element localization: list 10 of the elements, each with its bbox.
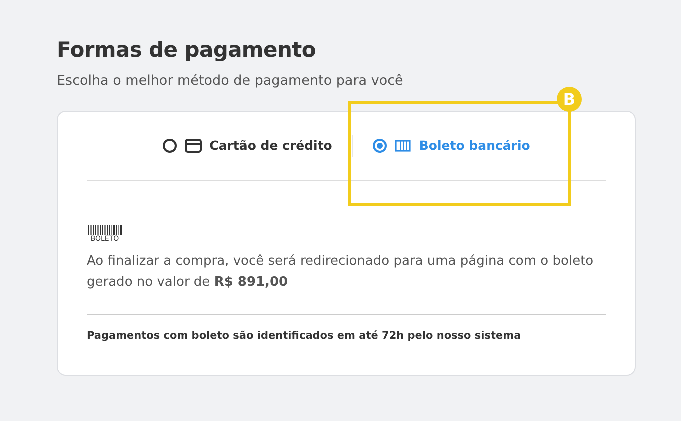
radio-button[interactable] (162, 139, 177, 154)
radio-button[interactable] (373, 139, 388, 154)
page-subtitle: Escolha o melhor método de pagamento para você (57, 72, 404, 92)
barcode-icon (395, 140, 412, 152)
card-icon (184, 139, 202, 154)
page-title: Formas de pagamento (57, 38, 317, 64)
annotation-marker: B (557, 87, 582, 112)
boleto-message: Ao finalizar a compra, você será redirecionado para uma página com o boleto gerado no valor de R$ 891,00 (87, 253, 595, 292)
boleto-note: Pagamentos com boleto são identificados em até 72h pelo nosso sistema (87, 330, 522, 342)
payment-tab[interactable]: Cartão de crédito (142, 137, 352, 156)
